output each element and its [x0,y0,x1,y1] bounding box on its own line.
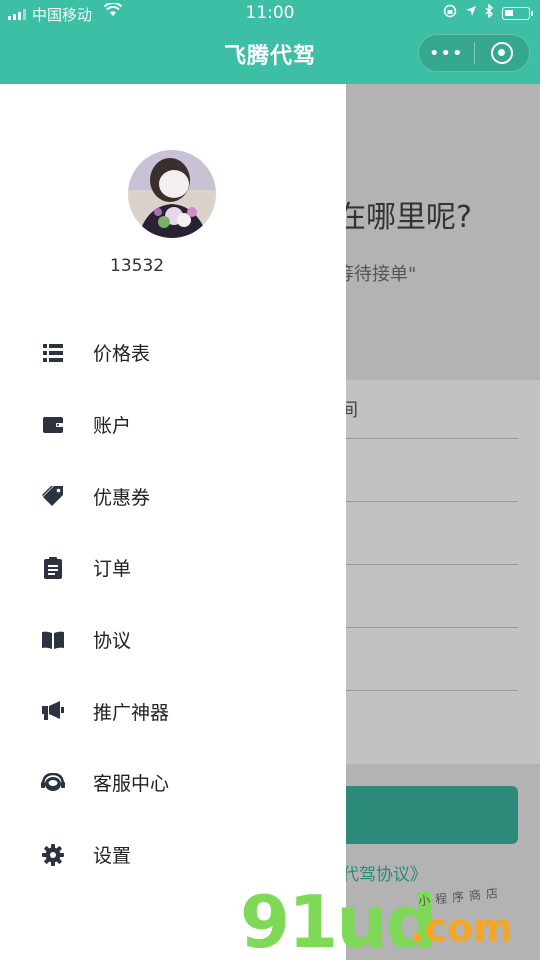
battery-icon [502,6,533,20]
form-divider [346,438,518,439]
clipboard-icon [40,555,66,581]
app-header: 中国移动 11:00 飞腾代驾 ••• [0,0,540,84]
side-drawer: 13532 价格表 账户 优惠券 订单 协议 推广神器 客服中心 设置 [0,84,346,960]
menu-item-label: 设置 [93,845,132,868]
form-divider [346,627,518,628]
menu-item-account[interactable]: 账户 [0,389,346,461]
drawer-overlay[interactable]: 在哪里呢? 等待接单" 间 代驾协议》 [346,84,540,960]
form-divider [346,690,518,691]
gear-icon [40,842,66,868]
menu-item-label: 订单 [93,558,132,581]
orientation-lock-icon [443,4,457,22]
menu-item-label: 推广神器 [93,701,170,724]
bluetooth-icon [485,3,494,22]
target-icon [490,42,513,64]
location-question: 在哪里呢? [346,200,472,235]
book-icon [40,627,66,653]
menu-item-customer-service[interactable]: 客服中心 [0,747,346,819]
miniprogram-capsule: ••• [418,34,530,72]
headset-icon [40,770,66,796]
menu-item-coupons[interactable]: 优惠券 [0,460,346,532]
menu-item-label: 优惠券 [93,486,151,509]
menu-item-label: 价格表 [93,343,151,366]
menu-item-label: 账户 [93,415,132,438]
menu-item-label: 客服中心 [93,773,170,796]
watermark-domain: .com [410,906,513,950]
menu-item-agreement[interactable]: 协议 [0,604,346,676]
menu-item-price-list[interactable]: 价格表 [0,317,346,389]
panel-label: 间 [346,400,358,421]
drawer-menu: 价格表 账户 优惠券 订单 协议 推广神器 客服中心 设置 [0,317,346,891]
watermark-brand: 91ud [240,880,437,960]
order-form-panel: 间 [346,380,540,764]
more-menu-button[interactable]: ••• [419,43,474,64]
megaphone-icon [40,698,66,724]
form-divider [346,501,518,502]
user-phone: 13532 [110,256,165,276]
list-icon [40,340,66,366]
status-bar: 中国移动 11:00 [0,0,540,28]
close-miniprogram-button[interactable] [474,42,529,64]
waiting-status: 等待接单" [346,264,417,285]
watermark: 91ud .com 小程序商店 [240,880,540,960]
location-arrow-icon [465,5,477,21]
menu-item-promotion[interactable]: 推广神器 [0,675,346,747]
form-divider [346,564,518,565]
menu-item-orders[interactable]: 订单 [0,532,346,604]
menu-item-label: 协议 [93,630,132,653]
tag-icon [40,483,66,509]
wallet-icon [40,412,66,438]
call-driver-button[interactable] [346,786,518,844]
avatar[interactable] [128,150,216,238]
